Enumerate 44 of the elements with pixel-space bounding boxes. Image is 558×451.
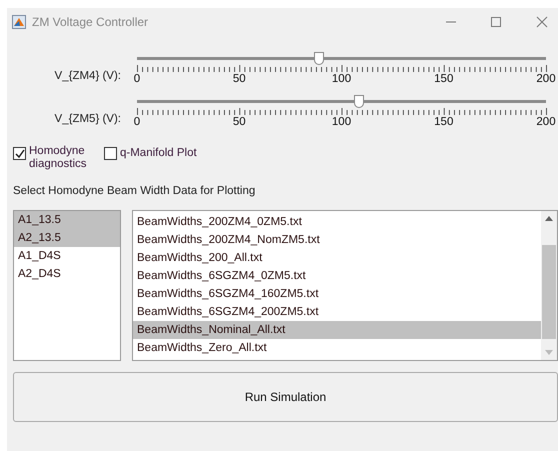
checkbox-box[interactable] <box>13 147 26 160</box>
close-icon[interactable] <box>536 16 548 28</box>
slider-label: V_{ZM4} (V): <box>54 69 121 84</box>
run-simulation-button[interactable]: Run Simulation <box>13 372 558 422</box>
list-item[interactable]: BeamWidths_6SGZM4_200ZM5.txt <box>133 303 541 322</box>
list-item[interactable]: A1_D4S <box>14 247 120 266</box>
check-icon <box>14 148 24 158</box>
slider-thumb[interactable] <box>354 95 364 108</box>
tick-label: 0 <box>134 72 140 86</box>
scrollbar[interactable] <box>541 211 557 360</box>
list-item[interactable]: BeamWidths_6SGZM4_160ZM5.txt <box>133 285 541 304</box>
tick-label: 50 <box>232 72 246 86</box>
list-item[interactable]: BeamWidths_200ZM4_NomZM5.txt <box>133 231 541 250</box>
tick-label: 100 <box>332 72 352 86</box>
tick-label: 200 <box>536 72 556 86</box>
tick-label: 50 <box>232 115 246 129</box>
list-item[interactable]: A2_D4S <box>14 265 120 284</box>
tick-label: 150 <box>434 72 454 86</box>
list-box[interactable]: A1_13.5 A2_13.5 A1_D4S A2_D4S <box>13 210 121 362</box>
list-item[interactable]: BeamWidths_Zero_All.txt <box>133 339 541 358</box>
tick-label: 0 <box>134 115 140 129</box>
list-item[interactable]: BeamWidths_200ZM4_0ZM5.txt <box>133 213 541 232</box>
list-item[interactable]: A1_13.5 <box>14 211 120 230</box>
scroll-thumb[interactable] <box>542 245 556 340</box>
tick-label: 200 <box>536 115 556 129</box>
list-item[interactable]: BeamWidths_6SGZM4_0ZM5.txt <box>133 267 541 286</box>
list-item[interactable]: BeamWidths_Nominal_All.txt <box>133 321 541 340</box>
checkbox[interactable]: q-Manifold Plot <box>104 145 197 160</box>
slider-track[interactable] <box>137 52 546 65</box>
list-item[interactable]: A2_13.5 <box>14 229 120 248</box>
tick-label: 100 <box>332 115 352 129</box>
scroll-up-icon[interactable] <box>545 216 553 222</box>
slider-thumb[interactable] <box>314 52 324 65</box>
window-title: ZM Voltage Controller <box>32 14 148 31</box>
slider-track[interactable] <box>137 95 546 108</box>
app-logo-icon <box>12 15 26 29</box>
maximize-icon[interactable] <box>490 16 502 28</box>
slider-label: V_{ZM5} (V): <box>54 112 121 127</box>
section-heading: Select Homodyne Beam Width Data for Plotting <box>13 184 256 199</box>
tick-label: 150 <box>434 115 454 129</box>
checkbox-box[interactable] <box>104 147 117 160</box>
checkbox[interactable]: Homodyne diagnostics <box>13 145 91 171</box>
list-item[interactable]: BeamWidths_200_All.txt <box>133 249 541 268</box>
list-box[interactable] <box>132 210 558 362</box>
